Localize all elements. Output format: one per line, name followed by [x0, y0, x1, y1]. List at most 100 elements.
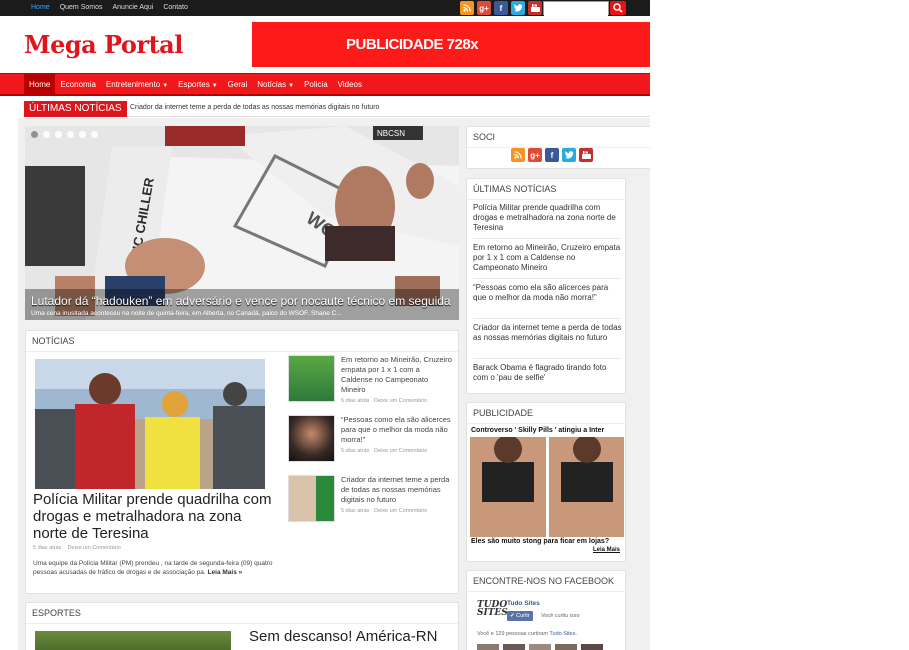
- breaking-news-text[interactable]: Criador da internet teme a perda de toda…: [130, 104, 379, 111]
- google-plus-icon[interactable]: g+: [528, 148, 542, 162]
- read-more-link[interactable]: Leia Mais »: [208, 569, 243, 576]
- featured-slider[interactable]: WORLD ARCTIC CHILLER NBCSN Lutador dá “h…: [25, 126, 459, 320]
- divider: [473, 358, 621, 359]
- featured-article-excerpt: Uma equipe da Polícia Militar (PM) prend…: [33, 560, 273, 576]
- facebook-like-button[interactable]: ✔ Curtir: [507, 611, 533, 621]
- top-nav-home[interactable]: Home: [26, 0, 55, 16]
- divider: [473, 238, 621, 239]
- header-ad-banner[interactable]: PUBLICIDADE 728x: [252, 22, 650, 67]
- publicidade-heading: PUBLICIDADE: [467, 403, 625, 424]
- nav-item-policia[interactable]: Policia: [299, 74, 333, 95]
- slider-pagination: [31, 131, 98, 138]
- article-thumbnail[interactable]: [288, 415, 335, 462]
- twitter-icon[interactable]: [511, 1, 525, 15]
- header-ad-text: PUBLICIDADE 728x: [346, 36, 479, 53]
- ad-caption: Eles são muito stong para ficar em lojas…: [471, 538, 610, 545]
- page-margin: [650, 118, 909, 650]
- top-nav-anuncie[interactable]: Anuncie Aqui: [107, 0, 158, 16]
- avatar[interactable]: [477, 644, 499, 650]
- facebook-icon[interactable]: f: [545, 148, 559, 162]
- facebook-page-logo[interactable]: TUDO SITES: [477, 601, 508, 618]
- article-meta: 5 dias atrás Deixe um Comentário: [341, 398, 428, 404]
- article-thumbnail[interactable]: [288, 475, 335, 522]
- publicidade-widget: PUBLICIDADE Controverso ' Skilly Pills '…: [466, 402, 626, 562]
- facebook-page-name[interactable]: Tudo Sites: [507, 600, 540, 607]
- nav-item-noticias[interactable]: Notícias ▼: [252, 74, 299, 95]
- top-nav-contato[interactable]: Contato: [158, 0, 193, 16]
- top-bar: Home Quem Somos Anuncie Aqui Contato g+ …: [0, 0, 650, 20]
- ad-image: [470, 437, 624, 537]
- avatar[interactable]: [503, 644, 525, 650]
- ultimas-item[interactable]: “Pessoas como ela são alicerces para que…: [473, 283, 623, 303]
- noticias-section: NOTÍCIAS Polícia Militar prende quadrilh…: [25, 330, 459, 594]
- rss-icon[interactable]: [460, 1, 474, 15]
- youtube-icon[interactable]: [579, 148, 593, 162]
- nav-item-entretenimento[interactable]: Entretenimento ▼: [101, 74, 173, 95]
- top-social-icons: g+ f: [460, 1, 542, 15]
- list-item[interactable]: “Pessoas como ela são alicerces para que…: [288, 415, 456, 471]
- search-input[interactable]: [544, 7, 608, 20]
- comment-link[interactable]: Deixe um Comentário: [68, 545, 121, 551]
- article-meta: 5 dias atrás Deixe um Comentário: [341, 448, 428, 454]
- avatar[interactable]: [581, 644, 603, 650]
- thumbs-up-icon: ✔: [510, 613, 515, 619]
- article-date: 5 dias atrás: [33, 545, 62, 551]
- featured-article-title[interactable]: Polícia Militar prende quadrilha com dro…: [33, 491, 273, 542]
- top-nav-quem-somos[interactable]: Quem Somos: [55, 0, 108, 16]
- article-title[interactable]: Em retorno ao Mineirão, Cruzeiro empata …: [341, 355, 453, 395]
- facebook-icon[interactable]: f: [494, 1, 508, 15]
- site-logo[interactable]: Mega Portal: [24, 30, 183, 59]
- nav-item-geral[interactable]: Geral: [223, 74, 253, 95]
- avatar[interactable]: [529, 644, 551, 650]
- slider-dot[interactable]: [55, 131, 62, 138]
- top-nav: Home Quem Somos Anuncie Aqui Contato: [26, 0, 193, 16]
- ultimas-item[interactable]: Em retorno ao Mineirão, Cruzeiro empata …: [473, 243, 623, 273]
- esportes-section: ESPORTES Sem descanso! América-RN: [25, 602, 459, 650]
- list-item[interactable]: Criador da internet teme a perda de toda…: [288, 475, 456, 531]
- google-plus-icon[interactable]: g+: [477, 1, 491, 15]
- article-meta: 5 dias atrás Deixe um Comentário: [341, 508, 428, 514]
- featured-article-image[interactable]: [35, 359, 265, 489]
- slider-dot[interactable]: [43, 131, 50, 138]
- facebook-fans: [477, 644, 603, 650]
- search-button[interactable]: [610, 1, 626, 15]
- divider: [473, 278, 621, 279]
- chevron-down-icon: ▼: [162, 83, 169, 89]
- ultimas-item[interactable]: Barack Obama é flagrado tirando foto com…: [473, 363, 623, 383]
- twitter-icon[interactable]: [562, 148, 576, 162]
- slider-dot[interactable]: [31, 131, 38, 138]
- article-title[interactable]: Criador da internet teme a perda de toda…: [341, 475, 453, 505]
- divider: [473, 318, 621, 319]
- nav-item-economia[interactable]: Economia: [55, 74, 101, 95]
- facebook-heading: ENCONTRE-NOS NO FACEBOOK: [467, 571, 625, 592]
- ultimas-noticias-widget: ÚLTIMAS NOTÍCIAS Polícia Militar prende …: [466, 178, 626, 394]
- slider-dot[interactable]: [91, 131, 98, 138]
- featured-article-meta: 5 dias atrás Deixe um Comentário: [33, 545, 121, 551]
- breaking-news-bar: ÚLTIMAS NOTÍCIAS Criador da internet tem…: [24, 101, 650, 117]
- article-title[interactable]: “Pessoas como ela são alicerces para que…: [341, 415, 453, 445]
- esportes-article-image[interactable]: [35, 631, 231, 650]
- esportes-article-title[interactable]: Sem descanso! América-RN: [249, 628, 437, 645]
- ad-read-more[interactable]: Leia Mais: [593, 547, 620, 553]
- rss-icon[interactable]: [511, 148, 525, 162]
- youtube-icon[interactable]: [528, 1, 542, 15]
- ultimas-item[interactable]: Polícia Militar prende quadrilha com dro…: [473, 203, 623, 233]
- slider-dot[interactable]: [67, 131, 74, 138]
- chevron-down-icon: ▼: [211, 83, 218, 89]
- slider-dot[interactable]: [79, 131, 86, 138]
- nav-item-videos[interactable]: Videos: [333, 74, 367, 95]
- social-heading: SOCI: [467, 127, 650, 148]
- ultimas-item[interactable]: Criador da internet teme a perda de toda…: [473, 323, 623, 343]
- nav-item-home[interactable]: Home: [24, 74, 56, 95]
- sidebar-ad[interactable]: Controverso ' Skilly Pills ' atingiu a I…: [470, 427, 624, 561]
- chevron-down-icon: ▼: [288, 83, 295, 89]
- list-item[interactable]: Em retorno ao Mineirão, Cruzeiro empata …: [288, 355, 456, 411]
- search-icon: [613, 3, 623, 13]
- esportes-heading: ESPORTES: [26, 603, 458, 624]
- article-thumbnail[interactable]: [288, 355, 335, 402]
- noticias-heading: NOTÍCIAS: [26, 331, 458, 352]
- slider-title[interactable]: Lutador dá “hadouken” em adversário e ve…: [31, 294, 451, 308]
- avatar[interactable]: [555, 644, 577, 650]
- nav-item-esportes[interactable]: Esportes ▼: [173, 74, 223, 95]
- facebook-page-link[interactable]: Tudo Sites.: [549, 631, 577, 637]
